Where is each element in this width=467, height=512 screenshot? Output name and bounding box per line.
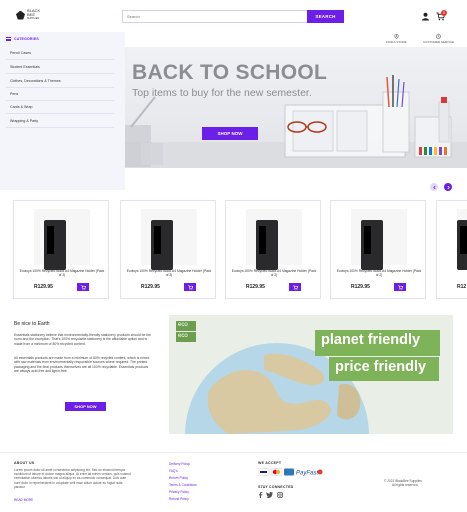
cart-icon <box>292 284 298 290</box>
cart-icon <box>80 284 86 290</box>
category-heading[interactable]: CATEGORIES <box>6 37 39 41</box>
planet-friendly-tag: planet friendly <box>321 332 421 348</box>
price-friendly-tag: price friendly <box>335 359 427 375</box>
product-image[interactable] <box>351 209 407 270</box>
product-price: R12 <box>457 284 467 290</box>
eco-badge-1: eco <box>178 322 188 328</box>
add-to-cart-button[interactable] <box>289 283 301 291</box>
product-price: R129.95 <box>351 284 370 290</box>
instagram-icon[interactable] <box>277 492 283 498</box>
logo-text-3: SUPPLIES <box>27 17 40 20</box>
footer: ABOUT US Lorem ipsum dolor sit amet cons… <box>0 452 467 512</box>
sidebar-item-pencil-cases[interactable]: Pencil Cases <box>6 47 114 60</box>
search-input[interactable] <box>122 10 307 23</box>
header: BLACK BEE SUPPLIES SEARCH 0 <box>0 0 467 32</box>
magazine-holder-image <box>361 220 383 270</box>
magazine-holder-image <box>44 220 66 270</box>
customer-service-label: CUSTOMER SERVICE <box>423 40 455 44</box>
search-button[interactable]: SEARCH <box>307 10 344 23</box>
product-card[interactable]: Ecotoys 100% Recycled Black A4 Magazine … <box>330 200 426 299</box>
magazine-holder-image <box>256 220 278 270</box>
product-card[interactable]: Ecotoys 100% Recycled Black A4 Magazine … <box>225 200 321 299</box>
product-card[interactable]: Ecotoys 100% Recycled Black A4 Magazine … <box>13 200 109 299</box>
sidebar-item-cards-wrap[interactable]: Cards & Wrap <box>6 101 114 114</box>
sidebar-item-wrapping-party[interactable]: Wrapping & Party <box>6 115 114 128</box>
customer-service-link[interactable]: CUSTOMER SERVICE <box>423 34 454 44</box>
product-price: R129.95 <box>34 284 53 290</box>
eco-paragraph-1: Essentials stationery believe that envir… <box>14 333 152 346</box>
svg-text:PayFast: PayFast <box>296 471 318 477</box>
footer-copyright: © 2021 BlackBee Supplies All rights rese… <box>384 479 464 487</box>
footer-link-returns[interactable]: Return Policy <box>169 476 188 480</box>
page: BLACK BEE SUPPLIES SEARCH 0 CATEGORIES P… <box>0 0 467 512</box>
sidebar-item-clothes[interactable]: Clothes, Decorations & Themes <box>6 75 114 88</box>
payment-methods-icon: PayFast <box>258 468 323 477</box>
magazine-holder-image <box>151 220 173 270</box>
chevron-left-icon <box>432 185 436 189</box>
hero-shop-now-button[interactable]: SHOP NOW <box>202 127 258 140</box>
footer-we-accept-heading: WE ACCEPT <box>258 461 282 465</box>
logo-wordmark: BLACK BEE SUPPLIES <box>27 9 40 21</box>
chevron-right-icon <box>446 185 450 189</box>
product-name[interactable]: Ecotoys 100% Recycled Black A4 Magazine … <box>230 269 318 277</box>
footer-link-terms[interactable]: Terms & Conditions <box>169 483 197 487</box>
location-pin-icon <box>394 34 399 39</box>
account-icon[interactable] <box>421 12 430 21</box>
category-heading-label: CATEGORIES <box>14 37 39 41</box>
logo[interactable]: BLACK BEE SUPPLIES <box>16 9 40 21</box>
eco-badge-2: eco <box>178 333 188 339</box>
product-price: R129.95 <box>246 284 265 290</box>
sidebar-item-pens[interactable]: Pens <box>6 88 114 101</box>
facebook-icon[interactable] <box>258 492 263 498</box>
product-name[interactable]: Ecotoys 100% Recycled Black A4 Magazine … <box>335 269 423 277</box>
product-name[interactable]: Ecotoys 100% Recycled Black A4 Magazine … <box>18 269 106 277</box>
footer-about-heading: ABOUT US <box>14 461 35 465</box>
find-store-link[interactable]: FIND A STORE <box>386 34 407 44</box>
product-image[interactable] <box>246 209 302 270</box>
headset-icon <box>436 34 441 39</box>
hero-subtitle: Top items to buy for the new semester. <box>132 87 312 99</box>
footer-link-faqs[interactable]: FAQ's <box>169 469 178 473</box>
cart-count-badge: 0 <box>441 10 447 16</box>
slider-prev-button[interactable] <box>430 183 438 191</box>
cart-icon <box>187 284 193 290</box>
eco-paragraph-2: All essentials products are made from a … <box>14 356 150 373</box>
eco-section-title: Be nice to Earth <box>14 321 50 327</box>
product-image[interactable] <box>457 209 467 270</box>
product-card[interactable]: Ecotoys 100% Recycled Black A4 Magazine … <box>120 200 216 299</box>
product-price: R129.95 <box>141 284 160 290</box>
add-to-cart-button[interactable] <box>77 283 89 291</box>
product-image[interactable] <box>141 209 197 270</box>
product-image[interactable] <box>34 209 90 270</box>
footer-link-privacy[interactable]: Privacy Policy <box>169 490 189 494</box>
footer-about-text: Lorem ipsum dolor sit amet consectetur a… <box>14 468 131 489</box>
footer-stay-connected-heading: STAY CONNECTED <box>258 485 294 489</box>
eco-shop-now-button[interactable]: SHOP NOW <box>65 402 106 411</box>
magazine-holder-image <box>457 220 467 270</box>
twitter-icon[interactable] <box>266 492 273 498</box>
footer-link-refund[interactable]: Refund Policy <box>169 497 189 501</box>
copyright-line-2: All rights reserved. <box>392 483 419 488</box>
eco-image: eco eco planet friendly price friendly <box>169 315 453 434</box>
hero-title: BACK TO SCHOOL <box>132 61 328 84</box>
menu-icon <box>6 37 11 41</box>
footer-read-more-link[interactable]: READ MORE <box>14 498 33 502</box>
cart-icon <box>397 284 403 290</box>
slider-next-button[interactable] <box>444 183 452 191</box>
add-to-cart-button[interactable] <box>394 283 406 291</box>
product-name[interactable]: Ecotoys 100% Recycled Black A4 Magazine … <box>125 269 213 277</box>
hero-banner[interactable]: BACK TO SCHOOL Top items to buy for the … <box>125 47 467 168</box>
footer-link-delivery[interactable]: Delivery Policy <box>169 462 190 466</box>
add-to-cart-button[interactable] <box>184 283 196 291</box>
find-store-label: FIND A STORE <box>386 40 407 44</box>
sidebar-item-student-essentials[interactable]: Student Essentials <box>6 61 114 74</box>
product-card[interactable]: R12 <box>436 200 467 299</box>
logo-bee-icon <box>16 10 25 20</box>
